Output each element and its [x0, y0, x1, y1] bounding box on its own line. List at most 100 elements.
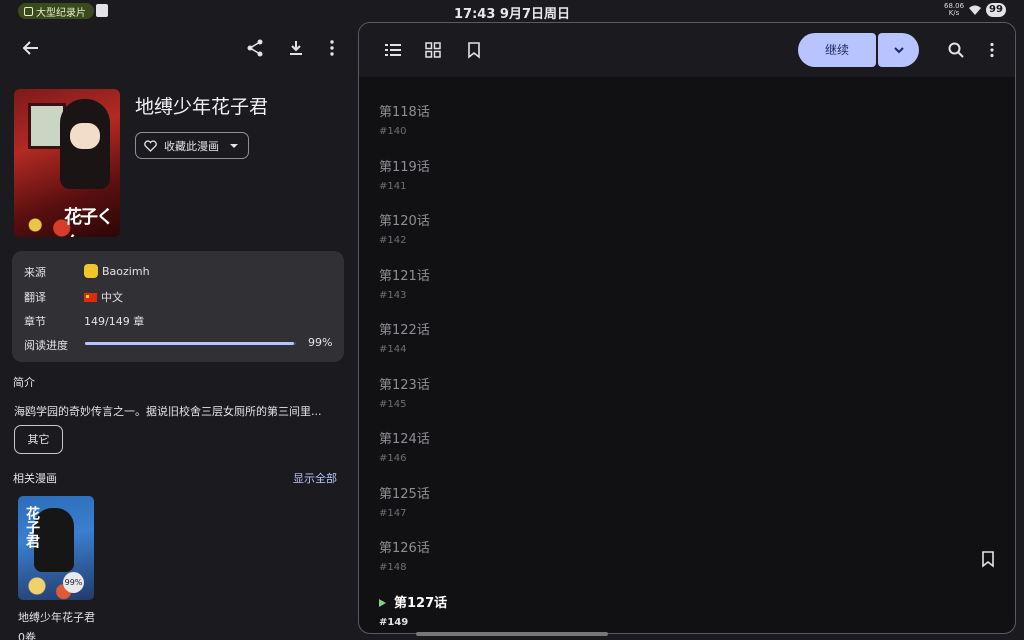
chapter-title: 第123话	[379, 374, 999, 393]
play-icon	[379, 599, 386, 607]
chapter-title: 第121话	[379, 265, 999, 284]
chapter-number: #142	[379, 235, 407, 246]
home-indicator[interactable]	[416, 632, 608, 636]
chapter-number: #140	[379, 126, 407, 137]
chapter-row[interactable]: 第123话 #145	[379, 374, 999, 410]
source-key: 来源	[24, 266, 46, 279]
favorite-button[interactable]: 收藏此漫画	[135, 132, 249, 159]
chapter-title: 第126话	[379, 537, 999, 556]
arrow-back-icon	[22, 41, 38, 55]
grid-view-button[interactable]	[419, 37, 447, 63]
battery-indicator: 99	[986, 3, 1006, 17]
chapter-number: #143	[379, 289, 407, 301]
search-icon	[948, 42, 964, 58]
chapter-row[interactable]: 第127话 #149	[379, 592, 999, 628]
summary-heading: 简介	[13, 376, 35, 389]
chapter-row[interactable]: 第124话 #146	[379, 428, 999, 464]
chapter-title-text: 第120话	[379, 214, 430, 229]
favorite-label: 收藏此漫画	[164, 139, 219, 153]
related-heading: 相关漫画	[13, 472, 57, 485]
more-vert-icon	[990, 42, 994, 58]
show-all-link[interactable]: 显示全部	[293, 470, 337, 486]
chapter-title: 第118话	[379, 101, 999, 120]
related-manga-name[interactable]: 地缚少年花子君 0卷	[18, 608, 98, 640]
chapter-row[interactable]: 第126话 #148	[379, 537, 999, 573]
status-bar: 大型纪录片 17:43 9月7日周日 68.06 K/s 99	[0, 0, 1024, 22]
chapters-key: 章节	[24, 315, 46, 328]
chapter-title: 第119话	[379, 156, 999, 175]
bookmark-icon	[468, 42, 480, 59]
more-vert-icon	[330, 40, 334, 56]
status-time-date: 17:43 9月7日周日	[454, 7, 570, 22]
continue-button[interactable]: 继续	[798, 33, 876, 67]
chapter-title: 第120话	[379, 210, 999, 229]
source-value: Baozimh	[102, 264, 150, 278]
related-progress-badge: 99%	[63, 572, 84, 593]
related-cover-text: 花子君	[24, 506, 40, 548]
china-flag-icon	[84, 292, 97, 302]
chapter-title-text: 第122话	[379, 323, 430, 338]
list-view-button[interactable]	[379, 37, 407, 63]
reading-progress-bar	[85, 342, 296, 345]
chapter-title-text: 第127话	[394, 595, 448, 611]
chapter-number: #146	[379, 453, 407, 464]
bookmark-icon[interactable]	[979, 550, 997, 568]
chapter-panel: 继续 第118话 #140 第119话 #141 第120话 #142 第121话 #143 第…	[358, 22, 1016, 634]
chapter-number: #148	[379, 562, 407, 573]
cover-title-art: 花子くん	[64, 207, 114, 237]
chapter-title: 第124话	[379, 428, 999, 447]
chapter-title-text: 第119话	[379, 159, 430, 175]
download-icon	[290, 41, 302, 55]
share-icon	[247, 39, 263, 57]
progress-key: 阅读进度	[24, 339, 68, 352]
chapter-title: 第122话	[379, 319, 999, 338]
chapter-more-button[interactable]	[978, 37, 1006, 63]
share-button[interactable]	[241, 34, 269, 62]
chapter-number: #145	[379, 398, 407, 410]
heart-icon	[144, 139, 157, 152]
chapters-value: 149/149 章	[84, 315, 145, 328]
chapter-title-text: 第118话	[379, 105, 430, 120]
info-card: 来源 Baozimh 翻译 中文 章节 149/149 章 阅读进度 99%	[12, 251, 344, 362]
more-options-button[interactable]	[318, 34, 346, 62]
chapter-number: #144	[379, 344, 407, 355]
chapter-number: #141	[379, 180, 407, 192]
chapter-title: 第125话	[379, 483, 999, 502]
translation-value: 中文	[101, 291, 123, 304]
chapter-row[interactable]: 第122话 #144	[379, 319, 999, 355]
chapter-row[interactable]: 第119话 #141	[379, 156, 999, 192]
chapter-number: #147	[379, 507, 407, 519]
continue-dropdown-button[interactable]	[878, 33, 919, 67]
wifi-icon	[969, 5, 981, 15]
chapter-title-text: 第126话	[379, 541, 430, 556]
reading-progress-fill	[85, 342, 294, 345]
chapter-title-text: 第124话	[379, 432, 430, 447]
bookmarks-button[interactable]	[460, 37, 488, 63]
manga-title: 地缚少年花子君	[135, 96, 269, 118]
chapter-row[interactable]: 第121话 #143	[379, 265, 999, 301]
dropdown-caret-icon	[230, 143, 238, 148]
chevron-down-icon	[893, 47, 904, 54]
chapter-title-text: 第123话	[379, 377, 430, 393]
chapter-toolbar: 继续	[359, 23, 1015, 77]
source-icon	[84, 264, 98, 278]
detail-topbar	[0, 26, 350, 70]
grid-view-icon	[425, 42, 441, 58]
other-button[interactable]: 其它	[14, 425, 63, 454]
summary-text[interactable]: 海鸥学园的奇妙传言之一。据说旧校舍三层女厕所的第三间里...	[14, 403, 348, 419]
chapter-row[interactable]: 第118话 #140	[379, 101, 999, 137]
network-speed: 68.06 K/s	[944, 2, 965, 17]
search-button[interactable]	[942, 37, 970, 63]
chapter-row[interactable]: 第120话 #142	[379, 210, 999, 246]
list-view-icon	[385, 44, 401, 56]
manga-cover[interactable]: 花子くん	[14, 89, 120, 237]
back-button[interactable]	[17, 34, 45, 62]
chapter-row[interactable]: 第125话 #147	[379, 483, 999, 519]
chapter-title-text: 第125话	[379, 486, 430, 502]
chapter-number: #149	[379, 616, 409, 628]
chapter-title: 第127话	[379, 592, 999, 611]
download-button[interactable]	[282, 34, 310, 62]
reading-progress-label: 99%	[308, 336, 333, 349]
translation-key: 翻译	[24, 291, 46, 304]
chapter-title-text: 第121话	[379, 268, 430, 284]
